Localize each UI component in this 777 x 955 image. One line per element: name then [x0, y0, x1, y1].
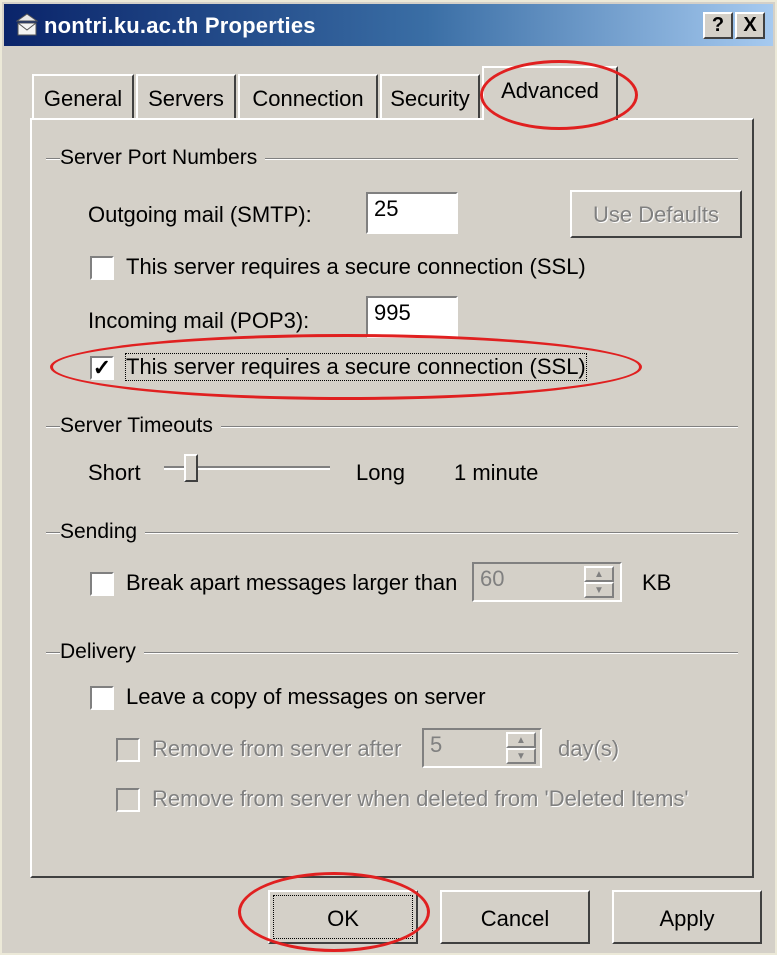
outgoing-ssl-label: This server requires a secure connection… — [126, 254, 586, 279]
incoming-mail-label: Incoming mail (POP3): — [88, 308, 310, 333]
break-apart-checkbox[interactable] — [90, 572, 114, 596]
remove-after-label: Remove from server after — [152, 736, 402, 761]
leave-copy-label: Leave a copy of messages on server — [126, 684, 486, 709]
cancel-button[interactable]: Cancel — [440, 890, 590, 944]
incoming-ssl-checkbox[interactable]: ✓ — [90, 356, 114, 380]
break-apart-label: Break apart messages larger than — [126, 570, 458, 595]
tab-label: General — [43, 86, 123, 111]
spin-down-icon[interactable]: ▼ — [506, 748, 536, 764]
tab-label: Advanced — [501, 78, 599, 103]
spin-down-icon[interactable]: ▼ — [584, 582, 614, 598]
check-mark-icon: ✓ — [92, 355, 112, 380]
properties-dialog: nontri.ku.ac.th Properties ? X General S… — [0, 0, 777, 955]
spin-up-icon[interactable]: ▲ — [506, 732, 536, 748]
group-separator — [46, 652, 738, 654]
tab-connection[interactable]: Connection — [238, 74, 378, 118]
tab-label: Servers — [148, 86, 224, 111]
group-timeouts-title: Server Timeouts — [60, 414, 221, 438]
tab-label: Connection — [252, 86, 364, 111]
use-defaults-button[interactable]: Use Defaults — [570, 190, 742, 238]
incoming-port-field[interactable]: 995 — [366, 296, 458, 338]
tab-general[interactable]: General — [32, 74, 134, 118]
help-button[interactable]: ? — [703, 12, 733, 39]
outgoing-mail-label: Outgoing mail (SMTP): — [88, 202, 312, 227]
group-delivery-title: Delivery — [60, 640, 144, 664]
spin-up-icon[interactable]: ▲ — [584, 566, 614, 582]
outgoing-port-field[interactable]: 25 — [366, 192, 458, 234]
timeout-long-label: Long — [356, 460, 405, 485]
apply-button[interactable]: Apply — [612, 890, 762, 944]
group-separator — [46, 532, 738, 534]
tab-servers[interactable]: Servers — [136, 74, 236, 118]
advanced-panel: Server Port Numbers Outgoing mail (SMTP)… — [30, 118, 754, 878]
incoming-ssl-label: This server requires a secure connection… — [125, 353, 587, 381]
leave-copy-checkbox[interactable] — [90, 686, 114, 710]
kb-unit-label: KB — [642, 570, 672, 595]
tab-advanced[interactable]: Advanced — [482, 66, 618, 120]
timeout-value: 1 minute — [454, 460, 539, 485]
group-sending-title: Sending — [60, 520, 146, 544]
close-button[interactable]: X — [735, 12, 765, 39]
break-apart-spinner[interactable]: ▲ ▼ — [584, 566, 614, 598]
days-unit-label: day(s) — [558, 736, 620, 761]
remove-deleted-label: Remove from server when deleted from 'De… — [152, 786, 689, 811]
remove-after-spinner[interactable]: ▲ ▼ — [506, 732, 536, 764]
tab-label: Security — [390, 86, 470, 111]
timeout-slider-thumb[interactable] — [183, 454, 198, 482]
remove-deleted-checkbox[interactable] — [116, 788, 140, 812]
window-title: nontri.ku.ac.th Properties — [44, 13, 316, 38]
remove-after-checkbox[interactable] — [116, 738, 140, 762]
mail-account-icon — [16, 13, 38, 36]
ok-button[interactable]: OK — [268, 890, 418, 944]
group-server-ports-title: Server Port Numbers — [60, 146, 266, 170]
outgoing-ssl-checkbox[interactable] — [90, 256, 114, 280]
tab-security[interactable]: Security — [380, 74, 480, 118]
timeout-short-label: Short — [88, 460, 141, 485]
title-bar[interactable]: nontri.ku.ac.th Properties ? X — [4, 4, 773, 46]
